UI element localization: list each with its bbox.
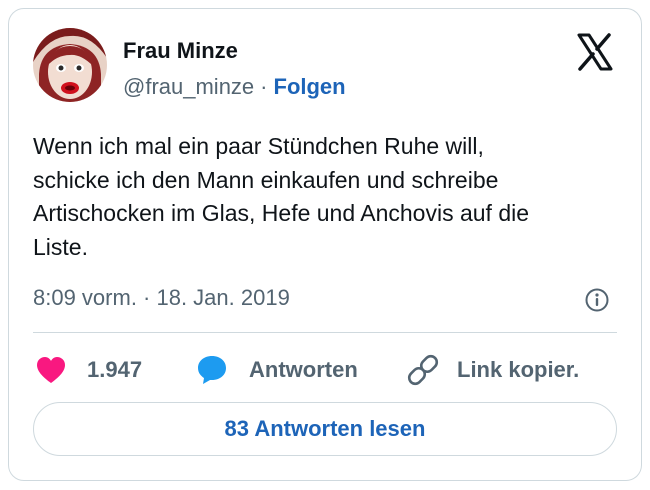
- tweet-text-line: Artischocken im Glas, Hefe und Anchovis …: [33, 200, 530, 226]
- divider: [33, 332, 617, 333]
- copy-link-label: Link kopier.: [457, 357, 580, 382]
- tweet-text-line: Liste.: [33, 233, 88, 260]
- speech-bubble-icon: [198, 356, 226, 384]
- separator-dot: ·: [260, 74, 268, 99]
- avatar[interactable]: [33, 28, 107, 102]
- tweet-text-line: schicke ich den Mann einkaufen und schre…: [33, 166, 499, 193]
- author-name[interactable]: Frau Minze: [123, 38, 238, 64]
- like-count: 1.947: [87, 357, 143, 382]
- x-logo-icon[interactable]: [575, 32, 615, 72]
- like-button[interactable]: 1.947: [35, 350, 142, 390]
- tweet-embed-card: Frau Minze @frau_minze · Folgen Wenn ich m…: [8, 8, 642, 481]
- author-handle-row: @frau_minze · Folgen: [123, 74, 346, 100]
- author-handle[interactable]: @frau_minze: [123, 74, 254, 99]
- tweet-text-line: Wenn ich mal ein paar Stündchen Ruhe wil…: [33, 133, 484, 159]
- read-replies-button[interactable]: 83 Antworten lesen: [33, 402, 617, 456]
- heart-icon: [37, 357, 65, 383]
- link-icon: [407, 354, 439, 386]
- info-icon[interactable]: [584, 287, 610, 313]
- reply-button[interactable]: Antworten: [195, 350, 358, 390]
- tweet-text: Wenn ich mal ein paar Stündchen Ruhe wil…: [33, 130, 623, 264]
- copy-link-button[interactable]: Link kopier.: [405, 350, 579, 390]
- follow-link[interactable]: Folgen: [274, 74, 346, 99]
- reply-label: Antworten: [249, 357, 358, 382]
- tweet-timestamp[interactable]: 8:09 vorm. · 18. Jan. 2019: [33, 285, 290, 311]
